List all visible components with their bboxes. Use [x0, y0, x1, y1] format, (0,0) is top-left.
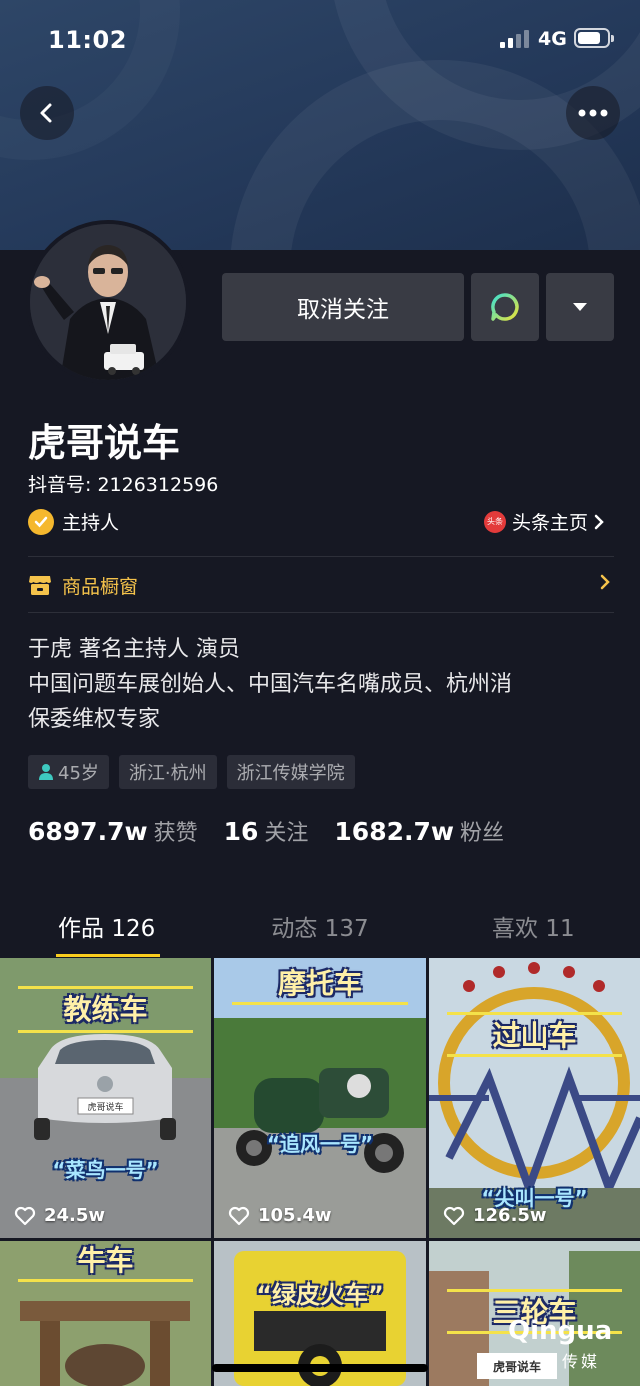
- chat-bubble-icon: [491, 293, 519, 321]
- bio-line: 中国问题车展创始人、中国汽车名嘴成员、杭州消: [28, 672, 513, 697]
- watermark-sub: 传媒: [562, 1352, 601, 1371]
- message-button[interactable]: [471, 273, 539, 341]
- video-caption: 过山车: [492, 1019, 577, 1052]
- status-time: 11:02: [48, 26, 127, 54]
- video-caption: 教练车: [63, 993, 148, 1026]
- more-button[interactable]: [566, 86, 620, 140]
- bio-line: 保委维权专家: [28, 707, 161, 732]
- watermark-logo: Qingua 传媒: [500, 1316, 620, 1372]
- network-type: 4G: [538, 28, 567, 50]
- followers-label[interactable]: 粉丝: [460, 815, 504, 847]
- video-subtitle: “追风一号”: [266, 1132, 374, 1156]
- likes-label: 获赞: [153, 821, 198, 846]
- video-likes: 126.5w: [443, 1205, 547, 1226]
- person-icon: [39, 764, 53, 780]
- shop-icon: [29, 576, 51, 595]
- video-caption: “绿皮火车”: [256, 1281, 384, 1309]
- heart-icon: [228, 1206, 250, 1225]
- video-thumbnail[interactable]: 过山车 “尖叫一号” 126.5w: [429, 958, 640, 1238]
- status-bar: 11:02 4G: [0, 0, 640, 80]
- tab-moments[interactable]: 动态 137: [213, 896, 426, 956]
- content-tabs: 作品 126 动态 137 喜欢 11: [0, 896, 640, 956]
- video-thumbnail[interactable]: 虎哥说车 教练车 “菜鸟一号” 24.5w: [0, 958, 211, 1238]
- location-tag: 浙江·杭州: [118, 755, 217, 789]
- divider: [28, 612, 614, 613]
- age-tag: 45岁: [28, 755, 109, 789]
- school-tag: 浙江传媒学院: [226, 755, 355, 789]
- video-caption: 牛车: [77, 1244, 134, 1277]
- likes-count: 6897.7w: [28, 817, 148, 846]
- verify-label: 主持人: [62, 512, 120, 534]
- battery-icon: [574, 28, 614, 48]
- profile-stats: 6897.7w 获赞 16 关注 1682.7w 粉丝: [28, 815, 530, 847]
- avatar-image: [30, 224, 186, 380]
- douyin-id: 抖音号: 2126312596: [28, 470, 218, 497]
- heart-icon: [443, 1206, 465, 1225]
- toutiao-link[interactable]: 头条 头条主页: [484, 508, 606, 535]
- bio: 于虎 著名主持人 演员 中国问题车展创始人、中国汽车名嘴成员、杭州消 保委维权专…: [28, 632, 618, 737]
- toutiao-icon: 头条: [484, 510, 506, 533]
- chevron-right-icon: [600, 574, 610, 590]
- video-caption: 摩托车: [277, 967, 362, 1000]
- tab-likes[interactable]: 喜欢 11: [427, 896, 640, 956]
- dropdown-button[interactable]: [546, 273, 614, 341]
- verification-badge: 主持人: [28, 508, 119, 535]
- divider: [28, 556, 614, 557]
- following-label[interactable]: 关注: [264, 815, 308, 847]
- douyin-id-value: 2126312596: [97, 474, 219, 496]
- video-likes: 24.5w: [14, 1205, 105, 1226]
- following-count[interactable]: 16: [224, 817, 259, 846]
- heart-icon: [14, 1206, 36, 1225]
- followers-count[interactable]: 1682.7w: [334, 817, 454, 846]
- tab-indicator: [56, 954, 160, 957]
- verified-check-icon: [28, 508, 54, 535]
- douyin-id-label: 抖音号:: [28, 474, 98, 496]
- caret-down-icon: [573, 303, 587, 311]
- video-likes: 105.4w: [228, 1205, 332, 1226]
- video-thumbnail[interactable]: 牛车: [0, 1241, 211, 1386]
- tab-works[interactable]: 作品 126: [0, 896, 213, 956]
- signal-icon: [500, 30, 532, 48]
- profile-tags: 45岁 浙江·杭州 浙江传媒学院: [28, 755, 355, 789]
- toutiao-label: 头条主页: [512, 512, 589, 534]
- shop-label: 商品橱窗: [62, 575, 139, 598]
- home-indicator: [212, 1364, 428, 1372]
- back-button[interactable]: [20, 86, 74, 140]
- video-thumbnail[interactable]: 摩托车 “追风一号” 105.4w: [214, 958, 426, 1238]
- watermark-main: Qingua: [508, 1316, 613, 1346]
- unfollow-button[interactable]: 取消关注: [222, 273, 464, 341]
- more-icon: [578, 109, 608, 117]
- video-subtitle: “菜鸟一号”: [52, 1158, 159, 1182]
- license-plate: 虎哥说车: [87, 1101, 123, 1113]
- chevron-right-icon: [594, 514, 604, 529]
- shop-window-row[interactable]: 商品橱窗: [28, 570, 614, 600]
- bio-line: 于虎 著名主持人 演员: [28, 637, 240, 662]
- avatar[interactable]: [26, 220, 190, 384]
- profile-name: 虎哥说车: [28, 421, 181, 465]
- chevron-left-icon: [40, 103, 52, 123]
